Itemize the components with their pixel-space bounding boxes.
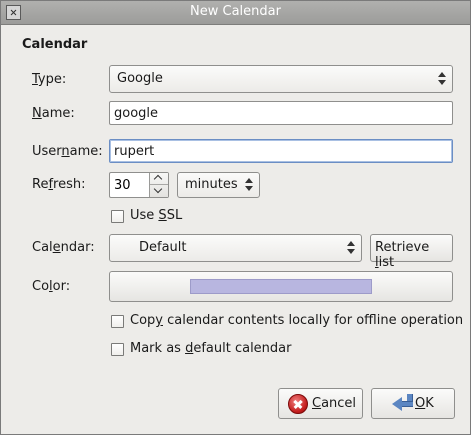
- refresh-unit-value: minutes: [185, 177, 238, 192]
- offline-copy-checkbox[interactable]: [111, 315, 124, 328]
- combo-arrows-icon: [347, 241, 355, 255]
- cancel-label: Cancel: [312, 396, 357, 411]
- refresh-input[interactable]: [110, 173, 148, 197]
- spin-up-icon[interactable]: [150, 173, 168, 185]
- title-bar[interactable]: New Calendar: [1, 1, 470, 25]
- color-label: Color:: [32, 279, 71, 294]
- refresh-unit-combo[interactable]: minutes: [177, 172, 260, 198]
- spin-down-icon[interactable]: [150, 185, 168, 197]
- section-title: Calendar: [22, 37, 88, 52]
- name-label: Name:: [32, 106, 75, 121]
- ok-label: OK: [415, 396, 434, 411]
- retrieve-list-button[interactable]: Retrieve list: [370, 234, 453, 270]
- calendar-value: Default: [139, 240, 187, 255]
- name-input[interactable]: [110, 102, 452, 124]
- ok-arrow-icon: [392, 394, 414, 414]
- new-calendar-dialog: New Calendar Calendar Type: Google Name:…: [0, 0, 471, 435]
- default-calendar-checkbox[interactable]: [111, 343, 124, 356]
- retrieve-list-label: Retrieve list: [375, 240, 430, 270]
- spin-buttons: [149, 173, 168, 197]
- color-button[interactable]: [109, 271, 453, 302]
- username-field[interactable]: [109, 139, 453, 163]
- username-label: Username:: [32, 144, 103, 159]
- use-ssl-checkbox[interactable]: [111, 210, 124, 223]
- window-title: New Calendar: [190, 4, 281, 19]
- type-combo[interactable]: Google: [109, 65, 453, 93]
- refresh-spinbutton[interactable]: [109, 172, 169, 198]
- cancel-icon: [288, 394, 308, 414]
- username-input[interactable]: [110, 140, 452, 162]
- ok-button[interactable]: OK: [371, 388, 455, 419]
- refresh-label: Refresh:: [32, 177, 86, 192]
- type-label: Type:: [32, 72, 67, 87]
- name-field[interactable]: [109, 101, 453, 125]
- offline-copy-label[interactable]: Copy calendar contents locally for offli…: [130, 313, 463, 328]
- cancel-button[interactable]: Cancel: [278, 388, 363, 419]
- use-ssl-label[interactable]: Use SSL: [130, 208, 182, 223]
- combo-arrows-icon: [438, 72, 446, 86]
- color-swatch: [190, 279, 372, 294]
- calendar-combo[interactable]: Default: [109, 234, 362, 262]
- default-calendar-label[interactable]: Mark as default calendar: [130, 341, 291, 356]
- calendar-label: Calendar:: [32, 240, 95, 255]
- type-value: Google: [117, 71, 163, 86]
- combo-arrows-icon: [245, 178, 253, 192]
